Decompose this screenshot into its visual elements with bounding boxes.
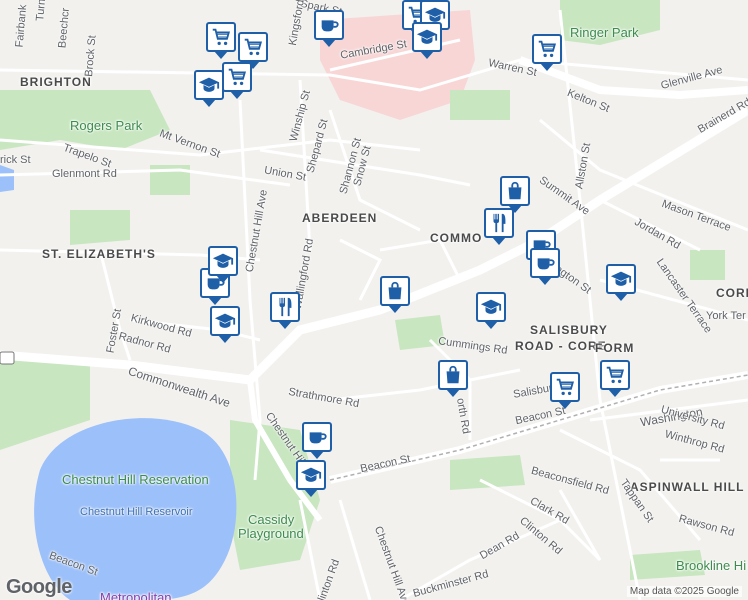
street-label-glenmont: Glenmont Rd (52, 168, 117, 180)
shopping-cart-icon (226, 66, 248, 88)
graduation-cap-icon (214, 310, 236, 332)
shopping-bag-icon (384, 280, 406, 302)
google-logo: Google (6, 576, 72, 598)
poi-marker[interactable] (532, 34, 562, 71)
water-label-reservoir: Chestnut Hill Reservoir (80, 506, 193, 518)
coffee-cup-icon (534, 252, 556, 274)
park-label-cassidy-2: Playground (238, 526, 304, 541)
shopping-cart-icon (242, 36, 264, 58)
coffee-cup-icon (318, 14, 340, 36)
poi-marker[interactable] (208, 246, 238, 283)
poi-marker[interactable] (194, 70, 224, 107)
shopping-bag-icon (504, 180, 526, 202)
poi-marker[interactable] (484, 208, 514, 245)
area-label-core: CORE (716, 286, 748, 300)
coffee-cup-icon (306, 426, 328, 448)
area-label-aberdeen: ABERDEEN (302, 211, 378, 225)
area-label-salisbury-3: FORM (595, 341, 635, 355)
poi-marker[interactable] (238, 32, 268, 69)
map-attribution: Map data ©2025 Google (626, 586, 742, 597)
street-label-york: York Ter (706, 310, 746, 322)
area-label-salisbury-2: ROAD - CORE (515, 339, 607, 353)
restaurant-icon (488, 212, 510, 234)
park-label-metropolitan: Metropolitan (100, 590, 172, 600)
park-label-reservation: Chestnut Hill Reservation (62, 472, 209, 487)
shopping-cart-icon (554, 376, 576, 398)
poi-marker[interactable] (296, 460, 326, 497)
shopping-cart-icon (604, 364, 626, 386)
poi-marker[interactable] (270, 292, 300, 329)
area-label-common: COMMO (430, 231, 483, 245)
park-label-brookline-hills: Brookline Hi (676, 558, 747, 573)
poi-marker[interactable] (530, 248, 560, 285)
map-canvas[interactable]: BRIGHTON ABERDEEN ST. ELIZABETH'S COMMO … (0, 0, 748, 600)
poi-marker[interactable] (500, 176, 530, 213)
area-label-salisbury-1: SALISBURY (530, 323, 608, 337)
poi-marker[interactable] (606, 264, 636, 301)
poi-marker[interactable] (438, 360, 468, 397)
street-label-rick: rick St (0, 154, 31, 166)
graduation-cap-icon (300, 464, 322, 486)
graduation-cap-icon (416, 26, 438, 48)
park-label-cassidy-1: Cassidy (248, 512, 295, 527)
park-label-rogers: Rogers Park (70, 118, 143, 133)
graduation-cap-icon (480, 296, 502, 318)
area-label-st-elizabeths: ST. ELIZABETH'S (42, 247, 156, 261)
poi-marker[interactable] (302, 422, 332, 459)
shopping-bag-icon (442, 364, 464, 386)
graduation-cap-icon (198, 74, 220, 96)
shopping-cart-icon (210, 26, 232, 48)
street-label-turner: Turn (34, 0, 49, 22)
graduation-cap-icon (610, 268, 632, 290)
poi-marker[interactable] (550, 372, 580, 409)
poi-marker[interactable] (380, 276, 410, 313)
area-label-aspinwall: ASPINWALL HILL (630, 480, 745, 494)
poi-marker[interactable] (314, 10, 344, 47)
poi-marker[interactable] (210, 306, 240, 343)
area-label-brighton: BRIGHTON (20, 75, 92, 89)
poi-marker[interactable] (206, 22, 236, 59)
poi-marker[interactable] (600, 360, 630, 397)
poi-marker[interactable] (476, 292, 506, 329)
restaurant-icon (274, 296, 296, 318)
park-label-ringer: Ringer Park (570, 25, 639, 40)
poi-marker[interactable] (222, 62, 252, 99)
poi-marker[interactable] (412, 22, 442, 59)
shopping-cart-icon (536, 38, 558, 60)
graduation-cap-icon (212, 250, 234, 272)
